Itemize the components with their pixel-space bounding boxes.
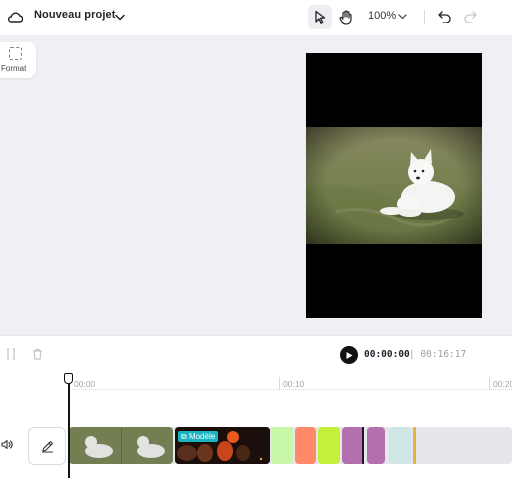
- select-tool-button[interactable]: [308, 5, 332, 29]
- playhead-handle[interactable]: [64, 373, 73, 384]
- color-clip[interactable]: [295, 427, 316, 464]
- ruler-major-tick: [279, 377, 280, 389]
- split-icon[interactable]: [4, 347, 18, 361]
- project-name[interactable]: Nouveau projet: [34, 9, 115, 21]
- ruler-ticks: [68, 389, 512, 391]
- color-clip[interactable]: [318, 427, 340, 464]
- ruler-tick-label: 00:00: [74, 379, 96, 389]
- hand-tool-button[interactable]: [335, 5, 357, 29]
- zoom-level[interactable]: 100%: [368, 10, 396, 22]
- cloud-icon[interactable]: [6, 8, 24, 26]
- clip-thumbnails: [69, 427, 173, 464]
- color-clip[interactable]: [367, 427, 385, 464]
- play-button[interactable]: [340, 346, 358, 364]
- template-icon: ⧉: [181, 432, 189, 441]
- playhead[interactable]: [68, 380, 70, 478]
- toolbar-divider: [424, 10, 425, 24]
- total-duration: | 00:16:17: [409, 349, 467, 360]
- format-label: Format: [1, 64, 27, 73]
- undo-icon[interactable]: [435, 8, 453, 26]
- color-clip[interactable]: [342, 427, 364, 464]
- video-clip-dog[interactable]: [69, 427, 173, 464]
- chevron-down-icon[interactable]: [113, 10, 127, 24]
- color-clip[interactable]: [271, 427, 293, 464]
- current-time: 00:00:00: [364, 349, 410, 360]
- dog-photo: [306, 127, 482, 244]
- track-end-marker[interactable]: [413, 427, 416, 464]
- ruler-tick-label: 00:20: [493, 379, 512, 389]
- template-badge[interactable]: ⧉ Modèle: [178, 431, 219, 442]
- pencil-icon: [41, 440, 53, 453]
- ruler-tick-label: 00:10: [283, 379, 305, 389]
- zoom-chevron-icon[interactable]: [396, 11, 408, 23]
- hand-icon: [339, 9, 352, 25]
- pointer-icon: [315, 10, 326, 24]
- template-badge-label: Modèle: [188, 432, 216, 441]
- volume-icon[interactable]: [0, 437, 14, 451]
- redo-icon[interactable]: [461, 8, 479, 26]
- format-icon: [9, 47, 22, 60]
- delete-icon[interactable]: [30, 347, 44, 361]
- play-icon: [346, 351, 353, 359]
- clip-divider: [362, 427, 364, 464]
- color-clip[interactable]: [389, 427, 411, 464]
- ruler-major-tick: [489, 377, 490, 389]
- edit-track-button[interactable]: [28, 427, 66, 465]
